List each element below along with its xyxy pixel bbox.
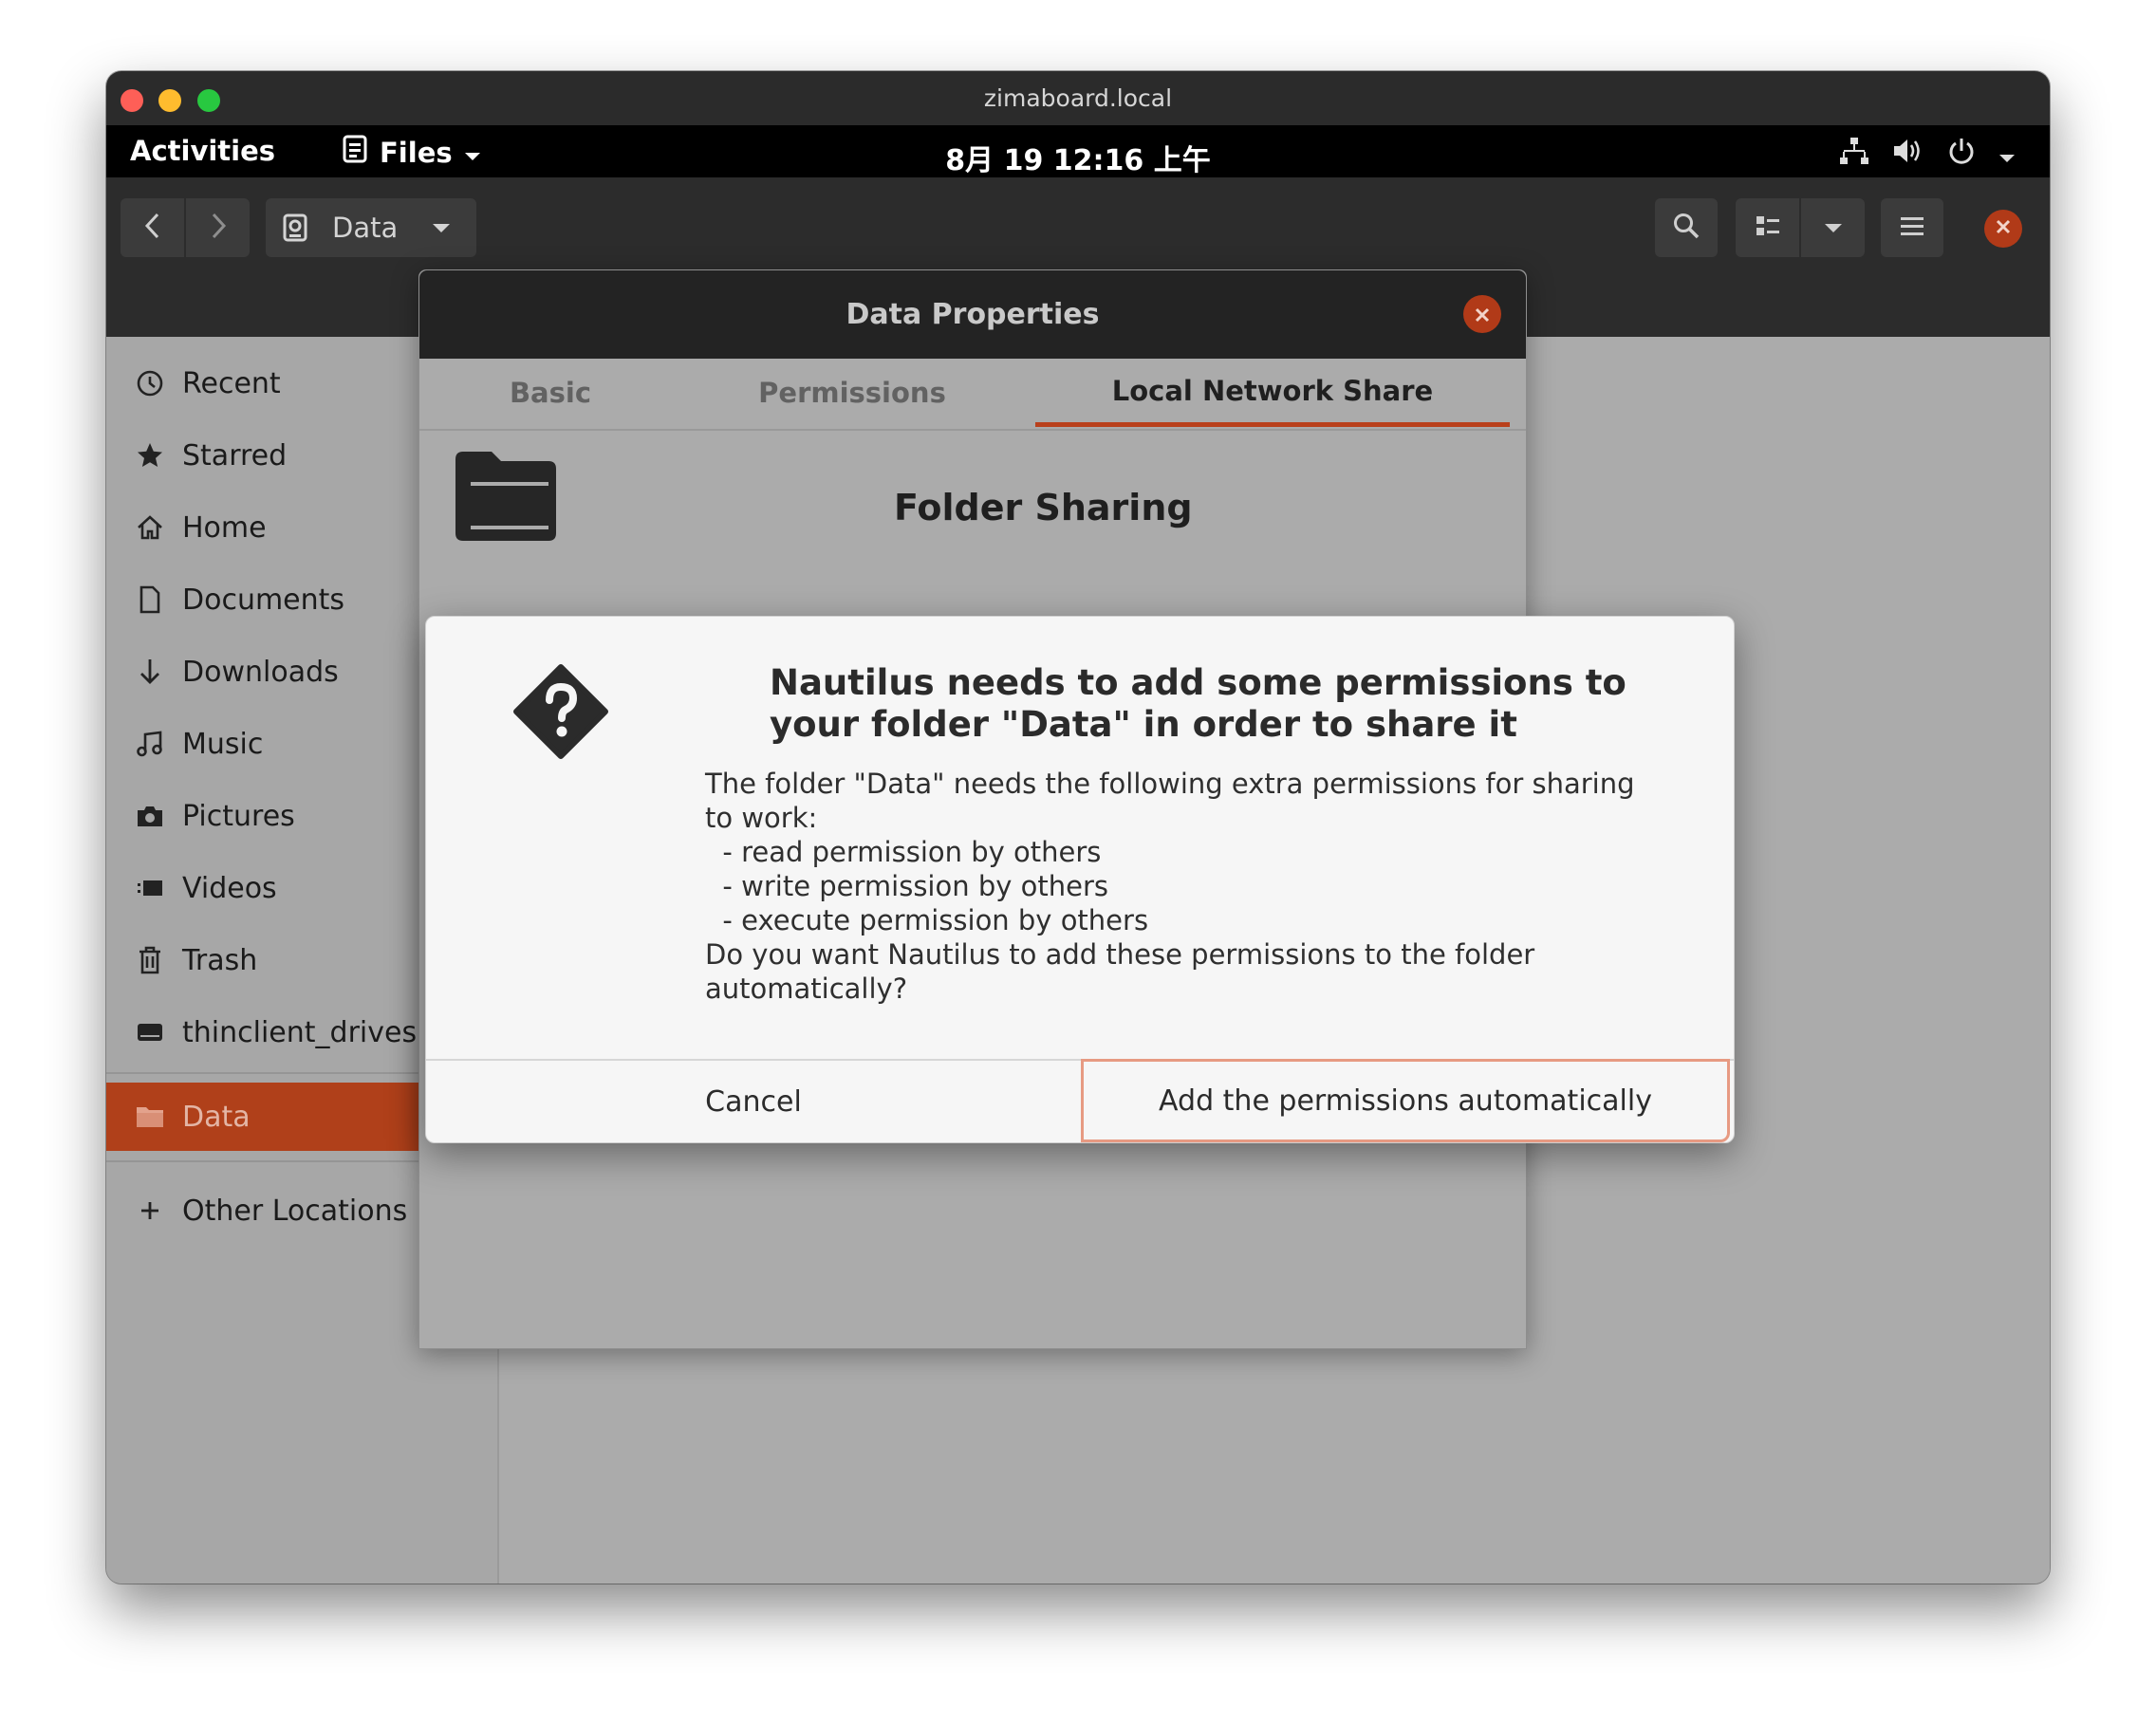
tab-permissions[interactable]: Permissions	[710, 359, 994, 427]
sidebar-item-label: Trash	[182, 943, 258, 977]
document-icon	[132, 585, 168, 614]
sidebar-item-label: Music	[182, 727, 264, 761]
music-icon	[132, 730, 168, 758]
home-icon	[132, 513, 168, 542]
gnome-top-bar: Activities Files 8月 19 12:16 上午	[106, 125, 2050, 177]
download-icon	[132, 658, 168, 686]
folder-sharing-title: Folder Sharing	[894, 487, 1193, 528]
forward-button[interactable]	[186, 198, 250, 257]
properties-titlebar: Data Properties	[419, 270, 1526, 359]
dialog-heading-line: Nautilus needs to add some permissions t…	[770, 662, 1626, 703]
properties-tabs: Basic Permissions Local Network Share	[419, 359, 1526, 431]
clock-icon	[132, 369, 168, 398]
trash-icon	[132, 946, 168, 974]
main-menu-button[interactable]	[1881, 198, 1943, 257]
dialog-message-line: - write permission by others	[705, 870, 1108, 902]
window-close-button[interactable]	[121, 89, 143, 112]
window-minimize-button[interactable]	[158, 89, 181, 112]
window-close-button[interactable]	[1984, 210, 2022, 248]
view-toggle-button[interactable]	[1736, 198, 1799, 257]
dialog-message-line: The folder "Data" needs the following ex…	[705, 768, 1635, 800]
permissions-dialog: Nautilus needs to add some permissions t…	[425, 616, 1735, 1143]
chevron-left-icon	[144, 213, 161, 243]
add-permissions-button[interactable]: Add the permissions automatically	[1081, 1059, 1730, 1142]
folder-icon	[132, 1104, 168, 1129]
chevron-down-icon	[432, 222, 451, 233]
path-bar-current[interactable]: Data	[266, 198, 476, 257]
cancel-button[interactable]: Cancel	[426, 1061, 1082, 1142]
network-icon[interactable]	[1839, 137, 1869, 172]
window-maximize-button[interactable]	[197, 89, 220, 112]
dialog-message-line: to work:	[705, 802, 818, 834]
path-bar-label: Data	[332, 212, 399, 244]
list-view-icon	[1755, 213, 1781, 242]
camera-icon	[132, 803, 168, 829]
dialog-message-line: Do you want Nautilus to add these permis…	[705, 938, 1535, 971]
window-titlebar: zimaboard.local	[106, 71, 2050, 125]
chevron-down-icon[interactable]	[1998, 139, 2016, 171]
sidebar-item-label: Pictures	[182, 799, 295, 833]
properties-title: Data Properties	[846, 298, 1100, 331]
dialog-message-line: - execute permission by others	[705, 904, 1149, 936]
video-icon	[132, 877, 168, 899]
folder-icon	[450, 450, 560, 545]
dialog-message: The folder "Data" needs the following ex…	[705, 767, 1692, 1006]
sidebar-item-label: Videos	[182, 871, 277, 905]
plus-icon	[132, 1199, 168, 1222]
sidebar-item-label: Downloads	[182, 655, 339, 689]
sidebar-item-label: thinclient_drives	[182, 1015, 418, 1049]
dialog-action-area: Cancel Add the permissions automatically	[426, 1059, 1734, 1144]
chevron-right-icon	[210, 213, 227, 243]
properties-close-button[interactable]	[1463, 295, 1501, 333]
sidebar-item-label: Starred	[182, 438, 288, 472]
sidebar-item-label: Other Locations	[182, 1194, 408, 1228]
close-icon	[1995, 218, 2012, 239]
hamburger-menu-icon	[1899, 214, 1925, 241]
drive-icon	[283, 213, 307, 242]
sidebar-item-label: Data	[182, 1100, 251, 1134]
tab-basic[interactable]: Basic	[419, 359, 681, 427]
sidebar-item-label: Home	[182, 510, 267, 545]
close-icon	[1474, 298, 1491, 331]
dialog-heading-line: your folder "Data" in order to share it	[770, 704, 1517, 745]
dialog-message-line: - read permission by others	[705, 836, 1102, 868]
sidebar-item-label: Recent	[182, 366, 281, 400]
sidebar-item-label: Documents	[182, 583, 345, 617]
question-icon	[513, 664, 608, 763]
star-icon	[132, 441, 168, 470]
search-icon	[1672, 212, 1701, 244]
drive-icon	[132, 1021, 168, 1044]
dialog-message-line: automatically?	[705, 973, 908, 1005]
system-tray[interactable]	[1839, 137, 2016, 172]
power-icon[interactable]	[1947, 137, 1976, 172]
volume-icon[interactable]	[1892, 137, 1924, 172]
chevron-down-icon	[1824, 219, 1843, 237]
clock[interactable]: 8月 19 12:16 上午	[106, 137, 2050, 178]
window-title: zimaboard.local	[983, 84, 1173, 112]
search-button[interactable]	[1655, 198, 1718, 257]
back-button[interactable]	[121, 198, 184, 257]
dialog-heading: Nautilus needs to add some permissions t…	[770, 662, 1662, 746]
view-options-button[interactable]	[1801, 198, 1865, 257]
tab-local-network-share[interactable]: Local Network Share	[1035, 359, 1510, 427]
